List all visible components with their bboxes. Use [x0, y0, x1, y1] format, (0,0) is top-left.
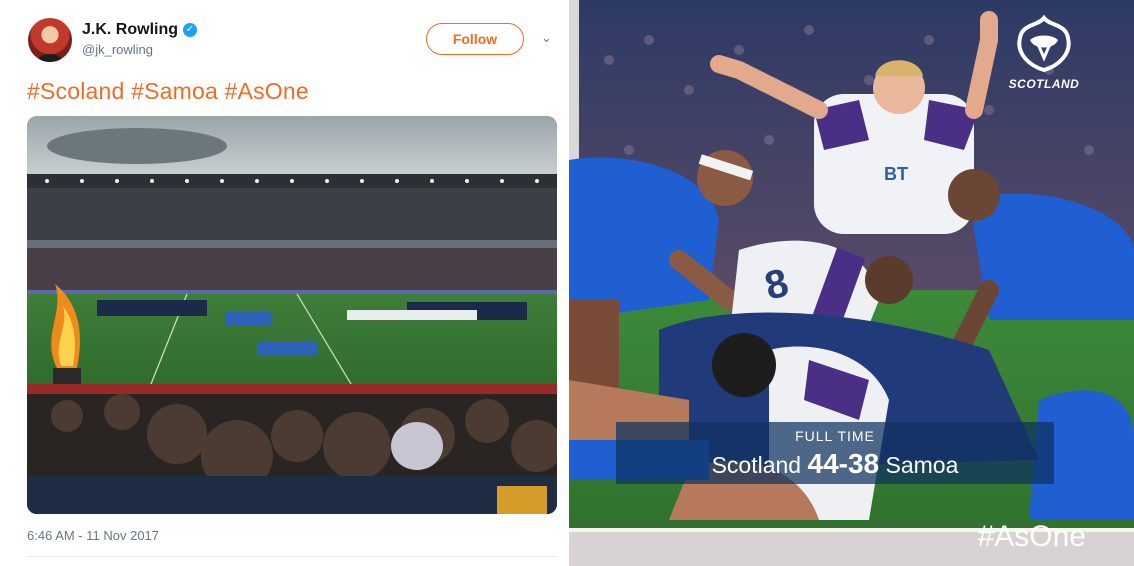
final-score: 44-38 [807, 448, 880, 479]
tweet-timestamp[interactable]: 6:46 AM - 11 Nov 2017 [27, 528, 159, 543]
home-team: Scotland [711, 452, 802, 478]
result-label: FULL TIME [795, 428, 875, 444]
match-result-graphic[interactable]: BT 8 SCOTLAND FULL TIME Scotland 44-38 S… [569, 0, 1134, 566]
tweet-text: #Scoland #Samoa #AsOne [27, 78, 309, 104]
follow-button[interactable]: Follow [426, 23, 524, 55]
scoreline: Scotland 44-38 Samoa [616, 448, 1054, 480]
tweet-card: J.K. Rowling ✓ @jk_rowling Follow ⌄ #Sco… [0, 0, 568, 566]
thistle-logo-icon [1017, 14, 1071, 73]
chevron-down-icon[interactable]: ⌄ [541, 31, 552, 46]
scotland-crest: SCOTLAND [998, 14, 1090, 91]
verified-badge-icon: ✓ [183, 23, 197, 37]
divider [27, 556, 557, 557]
stadium-photo [27, 116, 557, 514]
score-banner: FULL TIME Scotland 44-38 Samoa [616, 422, 1054, 484]
tweet-photo[interactable] [27, 116, 557, 514]
avatar[interactable] [28, 18, 72, 62]
author-name-text[interactable]: J.K. Rowling [82, 21, 178, 39]
author-name[interactable]: J.K. Rowling ✓ [82, 21, 197, 39]
svg-text:BT: BT [884, 164, 908, 184]
crest-label: SCOTLAND [1008, 77, 1080, 91]
hashtag-label: #AsOne [977, 520, 1086, 553]
away-team: Samoa [885, 452, 959, 478]
author-handle[interactable]: @jk_rowling [82, 42, 153, 57]
